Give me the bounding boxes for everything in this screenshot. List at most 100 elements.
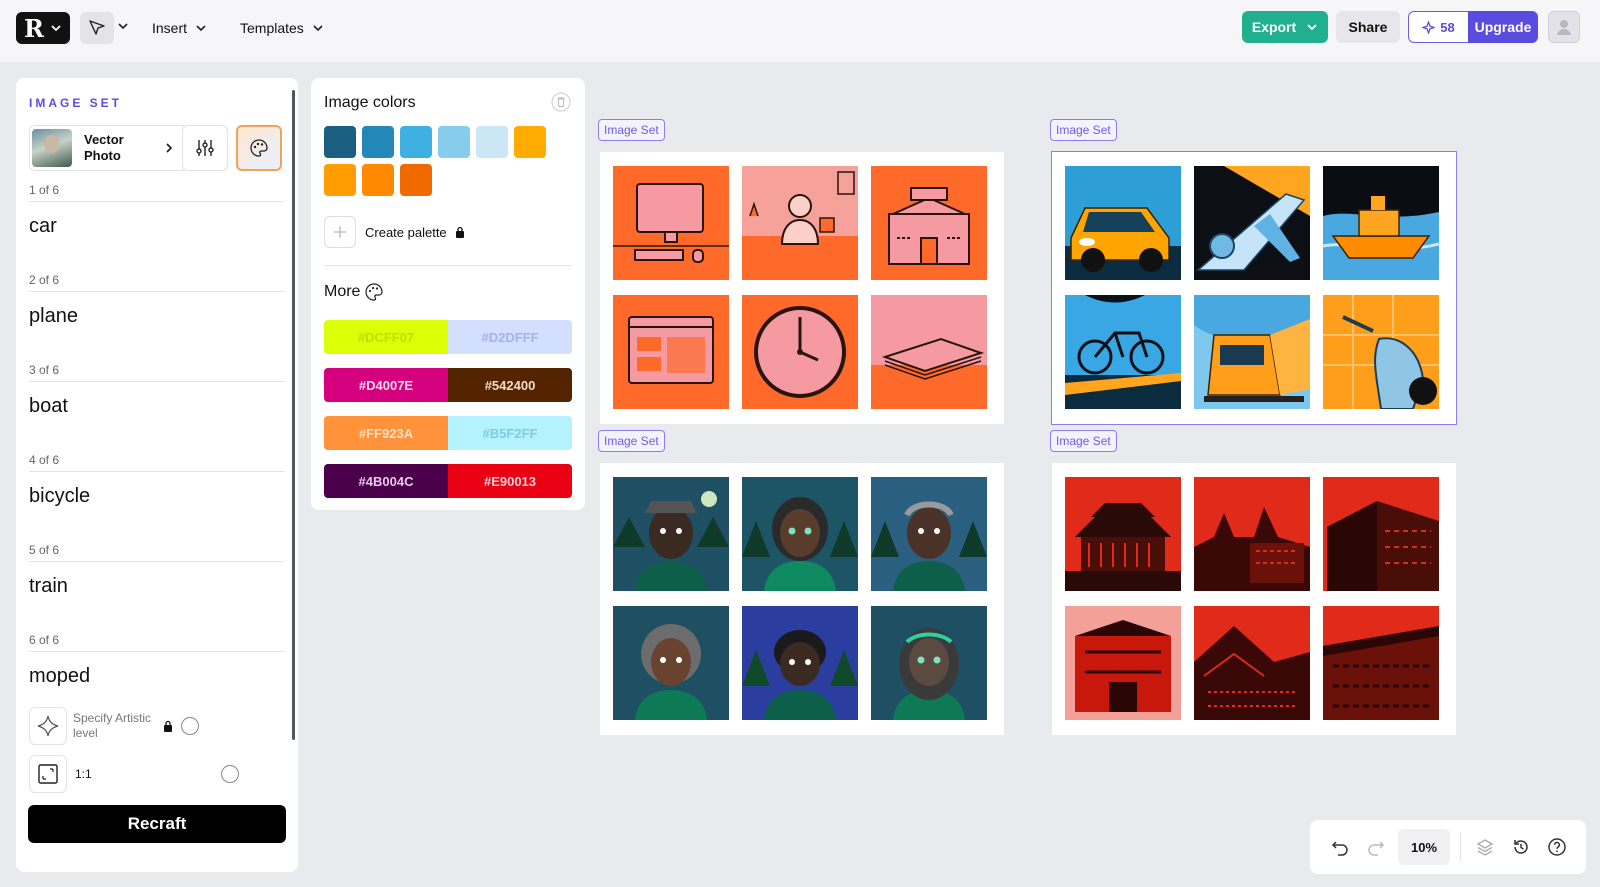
upgrade-button[interactable]: Upgrade [1468,11,1538,43]
insert-menu[interactable]: Insert [152,20,207,36]
list-item[interactable]: 5 of 6 train [29,538,285,628]
list-item[interactable]: 6 of 6 moped [29,628,285,718]
image-tile-clock[interactable] [742,295,858,409]
aspect-ratio-label: 1:1 [75,767,92,781]
image-tile-portrait[interactable] [742,477,858,591]
palette-color-left[interactable]: #D4007E [324,368,448,402]
item-prompt[interactable]: moped [29,665,90,688]
palette-pair[interactable]: #4B004C #E90013 [324,464,572,498]
item-count: 6 of 6 [29,633,60,647]
image-tile-money[interactable] [871,295,987,409]
create-palette-button[interactable]: Create palette [324,216,465,248]
image-tile-car[interactable] [1065,166,1181,280]
color-swatch[interactable] [400,126,432,158]
help-button[interactable] [1539,829,1575,865]
image-tile-portrait[interactable] [613,477,729,591]
palette-color-right[interactable]: #E90013 [448,464,572,498]
color-swatch[interactable] [324,164,356,196]
undo-button[interactable] [1322,829,1358,865]
credits-badge[interactable]: 58 [1408,11,1468,43]
palette-pair[interactable]: #D4007E #542400 [324,368,572,402]
colors-palette-button[interactable] [236,125,282,171]
image-tile-bicycle[interactable] [1065,295,1181,409]
image-tile-moped[interactable] [1323,295,1439,409]
palette-color-right[interactable]: #B5F2FF [448,416,572,450]
image-tile-webpage[interactable] [613,295,729,409]
palette-color-left[interactable]: #DCFF07 [324,320,448,354]
image-set-portraits[interactable] [600,463,1004,735]
image-tile-portrait[interactable] [742,606,858,720]
item-prompt[interactable]: car [29,215,57,238]
trash-icon[interactable] [551,92,571,112]
item-prompt[interactable]: bicycle [29,485,90,508]
color-swatch[interactable] [400,164,432,196]
color-swatch[interactable] [476,126,508,158]
color-swatch[interactable] [362,126,394,158]
color-swatch[interactable] [438,126,470,158]
image-tile-architecture[interactable] [1323,477,1439,591]
image-tile-office-worker[interactable] [742,166,858,280]
color-swatch[interactable] [324,126,356,158]
image-set-label[interactable]: Image Set [1050,119,1117,141]
palette-color-right[interactable]: #542400 [448,368,572,402]
image-tile-train[interactable] [1194,295,1310,409]
palette-color-left[interactable]: #4B004C [324,464,448,498]
chevron-down-icon [313,25,323,32]
model-selector[interactable]: Vector Photo [29,125,187,171]
share-button[interactable]: Share [1336,11,1400,43]
recraft-button[interactable]: Recraft [28,805,286,843]
zoom-level[interactable]: 10% [1398,829,1450,865]
artistic-level-radio[interactable] [181,717,199,735]
templates-menu[interactable]: Templates [240,20,324,36]
model-label: Vector Photo [84,132,124,163]
color-swatch[interactable] [362,164,394,196]
item-prompt[interactable]: plane [29,305,78,328]
image-tile-boat[interactable] [1323,166,1439,280]
image-set-office[interactable] [600,152,1004,424]
list-item[interactable]: 3 of 6 boat [29,358,285,448]
sparkle-icon [1422,20,1436,34]
image-tile-portrait[interactable] [871,477,987,591]
item-prompt[interactable]: boat [29,395,68,418]
list-item[interactable]: 2 of 6 plane [29,268,285,358]
image-set-label[interactable]: Image Set [598,119,665,141]
image-tile-computer[interactable] [613,166,729,280]
aspect-ratio-button[interactable] [29,755,67,793]
image-tile-portrait[interactable] [613,606,729,720]
image-tile-building[interactable] [871,166,987,280]
color-swatch[interactable] [514,126,546,158]
image-set-label[interactable]: Image Set [1050,430,1117,452]
redo-button[interactable] [1358,829,1394,865]
artistic-level-button[interactable] [29,707,67,745]
chevron-down-icon[interactable] [117,20,129,32]
image-tile-architecture[interactable] [1323,606,1439,720]
divider [1460,833,1461,861]
palette-color-right[interactable]: #D2DFFF [448,320,572,354]
item-prompt[interactable]: train [29,575,68,598]
image-tile-architecture[interactable] [1065,606,1181,720]
image-tile-portrait[interactable] [871,606,987,720]
palette-pair[interactable]: #FF923A #B5F2FF [324,416,572,450]
layers-button[interactable] [1467,829,1503,865]
image-tile-architecture[interactable] [1065,477,1181,591]
redo-icon [1368,841,1385,856]
image-tile-architecture[interactable] [1194,606,1310,720]
image-set-vehicles[interactable] [1051,151,1457,425]
image-tile-plane[interactable] [1194,166,1310,280]
app-logo-menu[interactable]: R [16,12,70,44]
avatar[interactable] [1548,11,1580,43]
image-tile-architecture[interactable] [1194,477,1310,591]
select-tool-button[interactable] [80,12,114,44]
export-button[interactable]: Export [1242,11,1328,43]
aspect-ratio-radio[interactable] [221,765,239,783]
list-item[interactable]: 4 of 6 bicycle [29,448,285,538]
list-item[interactable]: 1 of 6 car [29,178,285,268]
palette-color-left[interactable]: #FF923A [324,416,448,450]
panel-scrollbar[interactable] [292,90,295,740]
history-button[interactable] [1503,829,1539,865]
color-swatches [324,126,564,196]
image-set-architecture[interactable] [1052,463,1456,735]
palette-pair[interactable]: #DCFF07 #D2DFFF [324,320,572,354]
settings-sliders-button[interactable] [182,125,228,171]
image-set-label[interactable]: Image Set [598,430,665,452]
